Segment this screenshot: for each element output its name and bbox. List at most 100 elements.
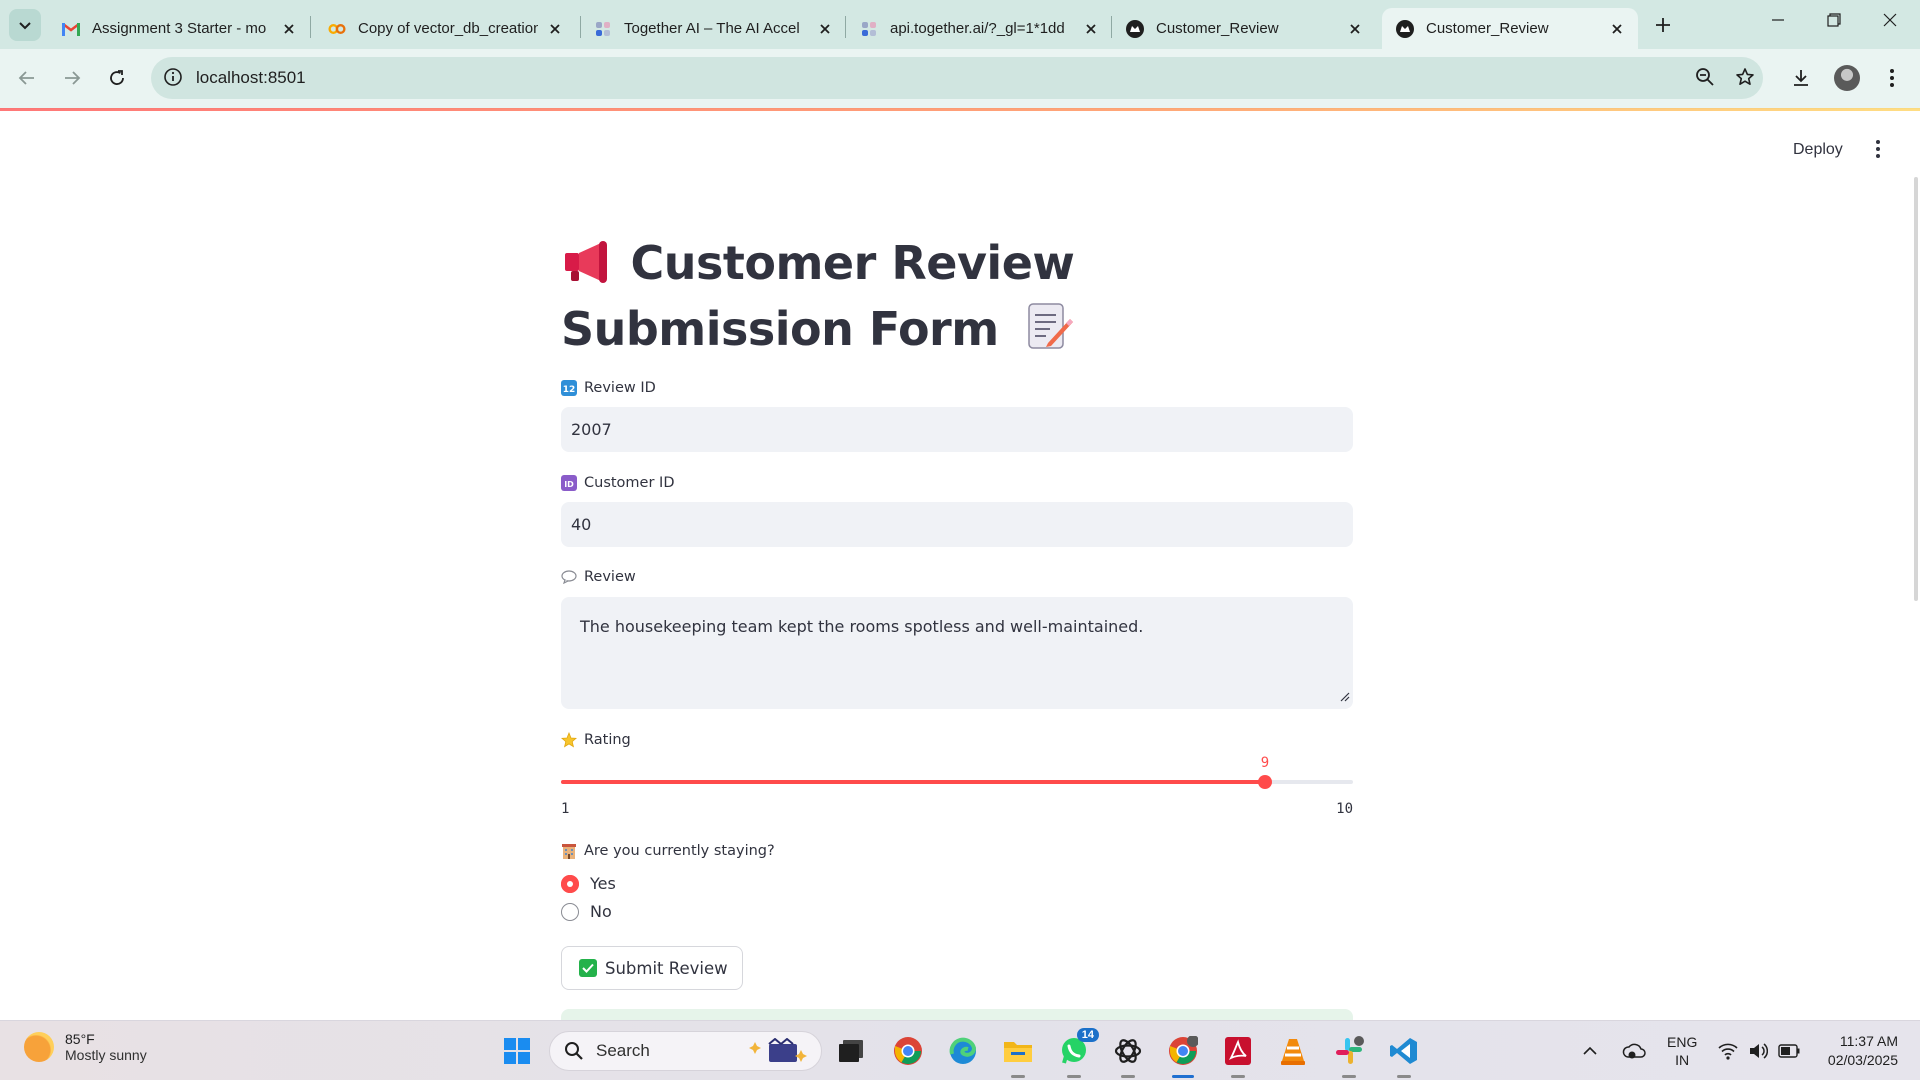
review-id-label-text: Review ID [584,380,656,396]
scrollbar-thumb[interactable] [1914,177,1918,601]
profile-button[interactable] [1829,60,1865,96]
start-button[interactable] [500,1034,534,1068]
zoom-icon[interactable] [1695,67,1715,92]
slider-max-label: 10 [1336,801,1353,817]
submit-label: Submit Review [605,958,728,978]
taskbar-app-edge[interactable] [946,1034,980,1068]
slider-thumb[interactable] [1258,775,1272,789]
taskbar-app-slack[interactable] [1332,1034,1366,1068]
language-indicator[interactable]: ENG IN [1667,1021,1697,1080]
vscode-icon [1390,1038,1417,1064]
staying-label: Are you currently staying? [561,843,775,859]
clock[interactable]: 11:37 AM 02/03/2025 [1818,1021,1898,1080]
volume-icon [1750,1043,1768,1059]
customer-id-label: ID Customer ID [561,475,674,491]
tab-search-button[interactable] [9,9,41,41]
forward-button[interactable] [54,60,90,96]
new-tab-button[interactable] [1649,11,1677,39]
svg-text:12: 12 [563,385,576,395]
review-id-label: 12 Review ID [561,380,656,396]
bookmark-star-icon[interactable] [1735,67,1755,92]
radio-option-yes[interactable]: Yes [561,874,616,893]
tab-title: Copy of vector_db_creation [358,20,538,37]
minimize-button[interactable] [1750,0,1806,40]
app-menu-button[interactable] [1868,136,1888,162]
search-placeholder: Search [596,1041,650,1060]
rating-label-text: Rating [584,732,631,748]
taskbar-search[interactable]: Search [549,1031,822,1071]
browser-menu-button[interactable] [1874,60,1910,96]
submit-review-button[interactable]: Submit Review [561,946,743,990]
close-icon[interactable] [546,20,564,38]
taskbar-app-chrome-profile[interactable] [1166,1034,1200,1068]
reload-button[interactable] [99,60,135,96]
close-icon[interactable] [1608,20,1626,38]
reload-icon [110,70,124,85]
success-message-box [561,1009,1353,1020]
back-button[interactable] [9,60,45,96]
taskbar-app-file-explorer[interactable] [1001,1034,1035,1068]
browser-tab-2[interactable]: Copy of vector_db_creation [314,8,576,49]
taskbar-app-whatsapp[interactable]: 14 [1057,1028,1099,1068]
site-info-icon[interactable] [163,67,183,92]
download-icon [1794,70,1808,86]
browser-tab-4[interactable]: api.together.ai/?_gl=1*1dd [846,8,1112,49]
show-hidden-icons-button[interactable] [1582,1021,1598,1080]
close-icon[interactable] [816,20,834,38]
browser-tab-1[interactable]: Assignment 3 Starter - mo [48,8,310,49]
address-bar[interactable]: localhost:8501 [151,57,1763,99]
taskbar-app-chatgpt[interactable] [1111,1034,1145,1068]
url-text[interactable]: localhost:8501 [196,68,306,88]
streamlit-icon [1396,19,1414,38]
deploy-button[interactable]: Deploy [1785,137,1851,163]
taskbar-app-vlc[interactable] [1276,1034,1310,1068]
network-volume-battery[interactable] [1718,1021,1800,1080]
rating-slider[interactable] [561,775,1353,789]
svg-text:ID: ID [564,480,574,489]
close-icon[interactable] [280,20,298,38]
close-window-button[interactable] [1862,0,1918,40]
taskbar-app-chrome[interactable] [891,1034,925,1068]
resize-handle-icon[interactable] [1340,687,1350,706]
review-textarea[interactable]: The housekeeping team kept the rooms spo… [561,597,1353,709]
together-icon [594,20,612,38]
more-vertical-icon [1890,69,1894,87]
sun-icon [24,1032,54,1062]
review-label: Review [561,569,636,585]
onedrive-status[interactable] [1622,1021,1646,1080]
downloads-button[interactable] [1783,60,1819,96]
weather-widget[interactable]: 85°F Mostly sunny [24,1031,147,1063]
browser-tab-6[interactable]: Customer_Review [1382,8,1638,49]
colab-icon [328,20,346,38]
customer-id-value: 40 [571,515,592,534]
radio-label: No [590,902,612,921]
edge-icon [949,1037,977,1064]
running-indicator [1121,1075,1135,1078]
browser-tab-5[interactable]: Customer_Review [1112,8,1376,49]
app-viewport: Deploy Customer Review Submission Form 1… [0,111,1920,1020]
battery-icon [1778,1044,1800,1058]
slider-min-label: 1 [561,801,570,817]
radio-selected-icon [561,874,579,893]
review-id-input[interactable]: 2007 [561,407,1353,452]
windows-logo-icon [504,1038,530,1064]
chatgpt-icon [1114,1039,1142,1063]
close-icon[interactable] [1346,20,1364,38]
check-mark-icon [579,959,597,977]
taskbar-app-acrobat[interactable] [1221,1034,1255,1068]
restore-button[interactable] [1806,0,1862,40]
close-icon[interactable] [1082,20,1100,38]
taskbar-app-task-view[interactable] [834,1034,868,1068]
running-indicator [1397,1075,1411,1078]
chrome-icon [1169,1036,1198,1065]
active-indicator [1172,1075,1194,1078]
running-indicator [1067,1075,1081,1078]
radio-option-no[interactable]: No [561,902,612,921]
taskbar-app-vscode[interactable] [1387,1034,1421,1068]
tab-title: api.together.ai/?_gl=1*1dd [890,20,1065,37]
customer-id-input[interactable]: 40 [561,502,1353,547]
scrollbar[interactable] [1912,111,1920,1020]
arrow-right-icon [65,71,81,85]
tab-title: Customer_Review [1156,20,1279,37]
browser-tab-3[interactable]: Together AI – The AI Accel [580,8,846,49]
